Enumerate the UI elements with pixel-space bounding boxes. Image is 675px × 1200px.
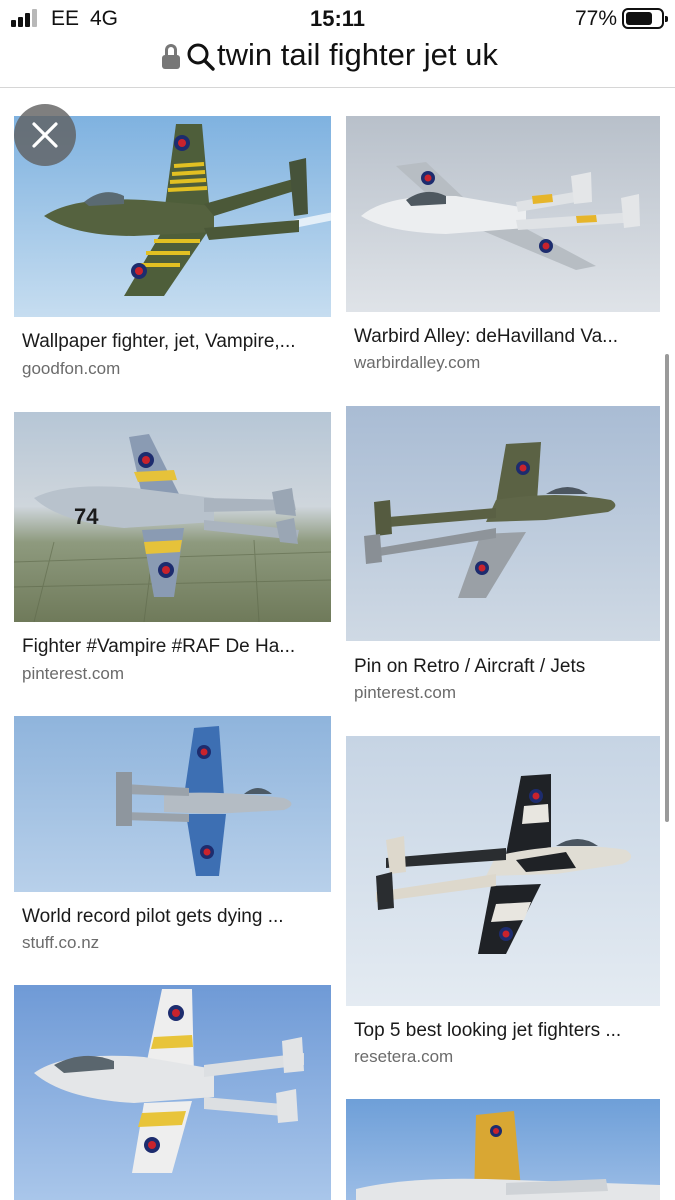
scrollbar[interactable] xyxy=(665,354,669,822)
address-bar[interactable]: twin tail fighter jet uk xyxy=(0,36,675,88)
result-card[interactable]: World record pilot gets dying ... stuff.… xyxy=(14,716,331,956)
result-card[interactable] xyxy=(346,1099,660,1200)
result-card[interactable]: Pin on Retro / Aircraft / Jets pinterest… xyxy=(346,406,660,712)
result-source: warbirdalley.com xyxy=(354,353,481,372)
result-thumbnail[interactable] xyxy=(346,406,660,641)
result-source: stuff.co.nz xyxy=(22,933,100,952)
result-card[interactable] xyxy=(14,985,331,1200)
svg-text:74: 74 xyxy=(74,504,99,529)
result-thumbnail[interactable] xyxy=(346,736,660,1006)
search-query[interactable]: twin tail fighter jet uk xyxy=(217,37,498,73)
result-thumbnail[interactable] xyxy=(346,1099,660,1200)
result-thumbnail[interactable] xyxy=(346,116,660,312)
result-title[interactable]: Pin on Retro / Aircraft / Jets xyxy=(354,656,585,678)
clock: 15:11 xyxy=(309,6,366,31)
result-source: pinterest.com xyxy=(354,683,457,702)
battery-percentage: 77% xyxy=(574,7,617,30)
search-icon xyxy=(187,43,215,71)
result-thumbnail[interactable] xyxy=(14,985,331,1200)
image-results-grid: Wallpaper fighter, jet, Vampire,... good… xyxy=(0,89,675,1200)
result-title[interactable]: World record pilot gets dying ... xyxy=(22,906,284,928)
result-title[interactable]: Top 5 best looking jet fighters ... xyxy=(354,1020,621,1042)
result-source: goodfon.com xyxy=(22,359,121,378)
result-title[interactable]: Warbird Alley: deHavilland Va... xyxy=(354,326,618,348)
result-card[interactable]: Top 5 best looking jet fighters ... rese… xyxy=(346,736,660,1071)
close-icon xyxy=(32,122,58,148)
result-title[interactable]: Fighter #Vampire #RAF De Ha... xyxy=(22,636,295,658)
battery-icon xyxy=(622,8,668,29)
result-card[interactable]: 74 Fighter #Vampire #RAF De Ha... pinter… xyxy=(14,412,331,692)
result-source: pinterest.com xyxy=(22,664,125,683)
result-thumbnail[interactable] xyxy=(14,716,331,892)
status-bar: EE 4G 15:11 77% xyxy=(0,0,675,38)
result-source: resetera.com xyxy=(354,1047,454,1066)
result-title[interactable]: Wallpaper fighter, jet, Vampire,... xyxy=(22,331,296,353)
lock-icon xyxy=(162,44,180,70)
result-card[interactable]: Warbird Alley: deHavilland Va... warbird… xyxy=(346,116,660,381)
close-button[interactable] xyxy=(14,104,76,166)
result-thumbnail[interactable]: 74 xyxy=(14,412,331,622)
